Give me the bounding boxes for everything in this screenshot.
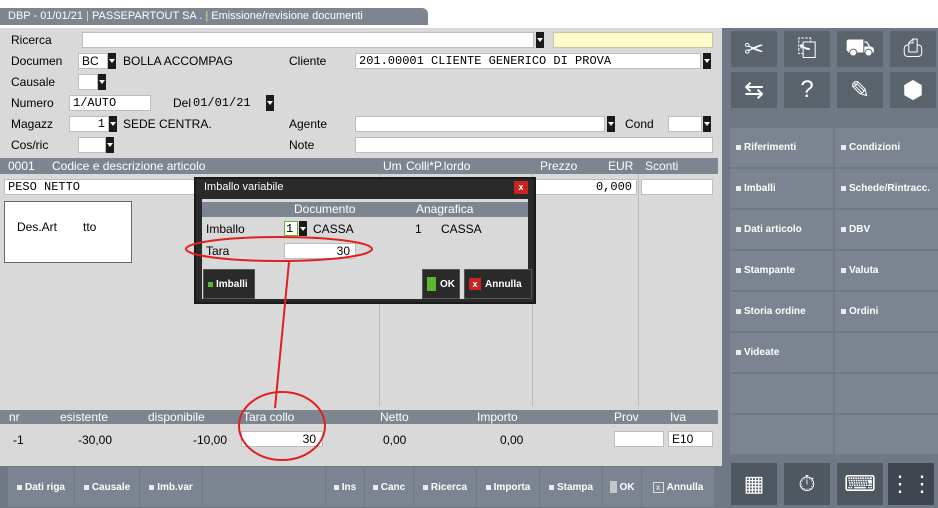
ok-bottom-icon bbox=[609, 481, 617, 493]
valuta-label: Valuta bbox=[849, 265, 879, 276]
dati-riga-label: Dati riga bbox=[24, 481, 65, 493]
stopwatch-icon[interactable]: ⏱ bbox=[784, 463, 830, 505]
riferimenti-label: Riferimenti bbox=[744, 142, 797, 153]
ok-bottom-label: OK bbox=[619, 481, 635, 493]
empty-side-button[interactable] bbox=[730, 415, 833, 454]
empty-side-button[interactable] bbox=[835, 415, 938, 454]
help-icon[interactable]: ? bbox=[784, 72, 830, 108]
condizioni-label: Condizioni bbox=[849, 142, 901, 153]
condizioni-button[interactable]: Condizioni bbox=[835, 128, 938, 167]
ricerca-button[interactable]: Ricerca bbox=[414, 467, 476, 507]
empty-side-button[interactable] bbox=[835, 374, 938, 413]
dati-articolo-label: Dati articolo bbox=[744, 224, 802, 235]
storia-ordine-button[interactable]: Storia ordine bbox=[730, 292, 833, 331]
storia-ordine-label: Storia ordine bbox=[744, 306, 806, 317]
canc-label: Canc bbox=[380, 481, 406, 493]
stampa-button[interactable]: Stampa bbox=[540, 467, 602, 507]
annotation-ellipse-tara bbox=[185, 236, 373, 262]
ins-label: Ins bbox=[341, 481, 357, 493]
schede-rintracc-button[interactable]: Schede/Rintracc. bbox=[835, 169, 938, 208]
annulla-bottom-button[interactable]: x Annulla bbox=[642, 467, 714, 507]
dbv-label: DBV bbox=[849, 224, 871, 235]
empty-side-button[interactable] bbox=[730, 374, 833, 413]
videate-button[interactable]: Videate bbox=[730, 333, 833, 372]
empty-side-button[interactable] bbox=[835, 333, 938, 372]
ok-bottom-button[interactable]: OK bbox=[603, 467, 641, 507]
dbv-button[interactable]: DBV bbox=[835, 210, 938, 249]
empty-bottom-button[interactable] bbox=[203, 467, 325, 507]
importa-button[interactable]: Importa bbox=[477, 467, 539, 507]
keyboard-icon[interactable]: ⌨ bbox=[837, 463, 883, 505]
scissors-icon[interactable]: ✂ bbox=[731, 31, 777, 67]
notes-icon[interactable]: ✎ bbox=[837, 72, 883, 108]
annotation-connector-line bbox=[274, 261, 290, 409]
schede-rintracc-label: Schede/Rintracc. bbox=[849, 183, 931, 194]
box-icon[interactable]: ⬢ bbox=[890, 72, 936, 108]
imballi-side-label: Imballi bbox=[744, 183, 776, 194]
videate-label: Videate bbox=[744, 347, 780, 358]
imb-var-button[interactable]: Imb.var bbox=[140, 467, 202, 507]
document-icon[interactable]: ⎗ bbox=[784, 31, 830, 67]
ordini-label: Ordini bbox=[849, 306, 879, 317]
transfer-icon[interactable]: ⇆ bbox=[731, 72, 777, 108]
importa-label: Importa bbox=[493, 481, 531, 493]
dati-riga-button[interactable]: Dati riga bbox=[8, 467, 74, 507]
stampante-button[interactable]: Stampante bbox=[730, 251, 833, 290]
riferimenti-button[interactable]: Riferimenti bbox=[730, 128, 833, 167]
imb-var-label: Imb.var bbox=[157, 481, 193, 493]
ricerca-btn-label: Ricerca bbox=[430, 481, 468, 493]
stampa-label: Stampa bbox=[556, 481, 594, 493]
ins-button[interactable]: Ins bbox=[326, 467, 364, 507]
annotation-ellipse-tara-collo bbox=[238, 391, 326, 461]
annulla-bottom-label: Annulla bbox=[666, 481, 704, 493]
ordini-button[interactable]: Ordini bbox=[835, 292, 938, 331]
causale-button[interactable]: Causale bbox=[75, 467, 139, 507]
valuta-button[interactable]: Valuta bbox=[835, 251, 938, 290]
annulla-bottom-icon: x bbox=[652, 481, 664, 493]
canc-button[interactable]: Canc bbox=[365, 467, 413, 507]
causale-btn-label: Causale bbox=[91, 481, 131, 493]
calculator-icon[interactable]: ▦ bbox=[731, 463, 777, 505]
printer-icon[interactable]: ⎙ bbox=[890, 31, 936, 67]
dati-articolo-button[interactable]: Dati articolo bbox=[730, 210, 833, 249]
stampante-label: Stampante bbox=[744, 265, 796, 276]
truck-icon[interactable]: ⛟ bbox=[837, 31, 883, 67]
imballi-side-button[interactable]: Imballi bbox=[730, 169, 833, 208]
grid-menu-icon[interactable]: ⋮⋮ bbox=[888, 463, 934, 505]
